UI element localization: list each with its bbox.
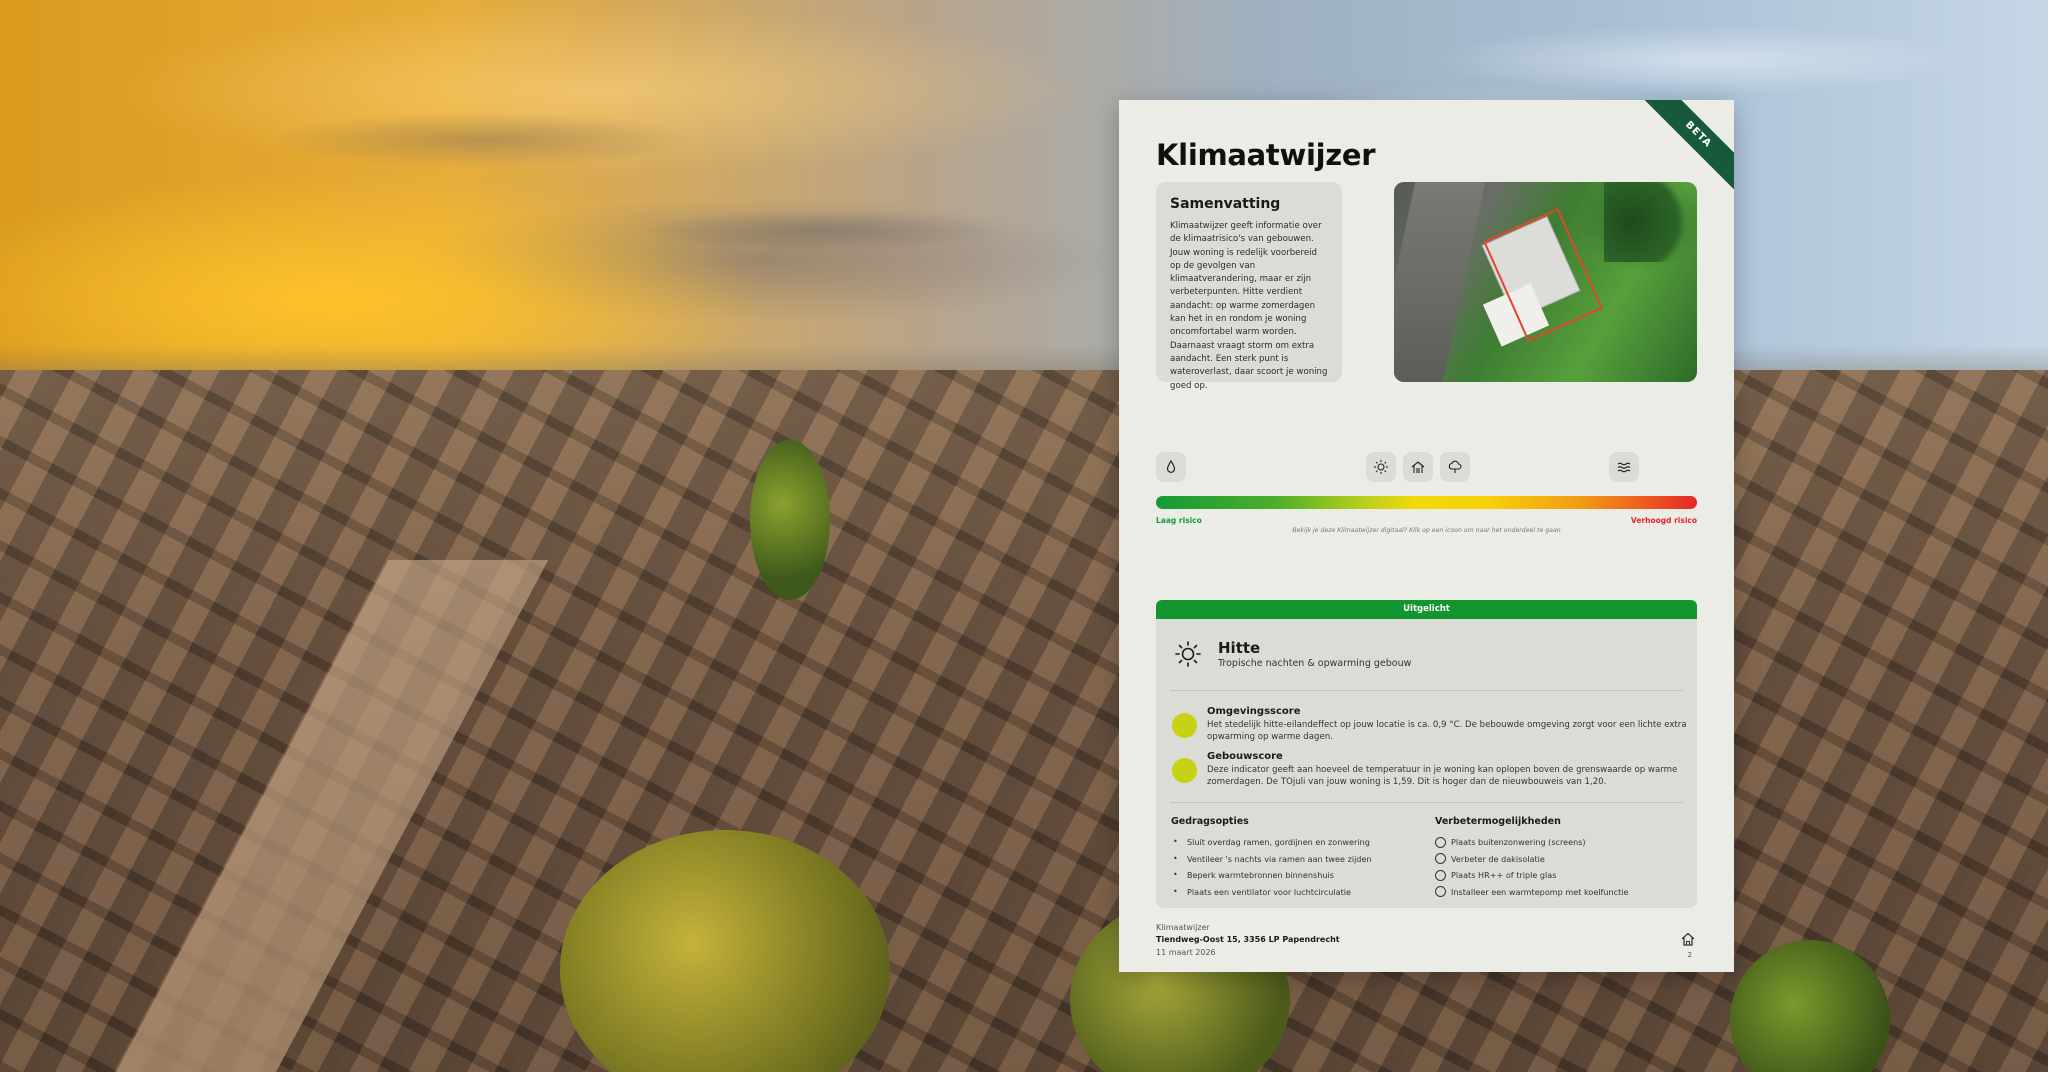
list-item: Ventileer 's nachts via ramen aan twee z… bbox=[1173, 851, 1372, 868]
sun-icon bbox=[1175, 641, 1201, 667]
building-score-text: Deze indicator geeft aan hoeveel de temp… bbox=[1207, 765, 1678, 787]
list-item-label: Verbeter de dakisolatie bbox=[1451, 853, 1545, 864]
checkbox[interactable] bbox=[1435, 853, 1446, 865]
tree bbox=[750, 440, 830, 600]
checkbox[interactable] bbox=[1435, 869, 1446, 881]
summary-text: Klimaatwijzer geeft informatie over de k… bbox=[1170, 221, 1328, 391]
risk-scale-bar bbox=[1156, 496, 1697, 509]
report-title: Klimaatwijzer bbox=[1156, 138, 1376, 172]
list-item[interactable]: Plaats buitenzonwering (screens) bbox=[1435, 834, 1629, 851]
list-item[interactable]: Plaats HR++ of triple glas bbox=[1435, 867, 1629, 884]
aerial-photo bbox=[1394, 182, 1697, 382]
summary-panel: Samenvatting Klimaatwijzer geeft informa… bbox=[1156, 182, 1342, 391]
house-wind-icon[interactable] bbox=[1403, 452, 1433, 482]
spotlight-title: Hitte bbox=[1218, 639, 1261, 657]
clouds bbox=[0, 0, 2048, 320]
waves-icon[interactable] bbox=[1609, 452, 1639, 482]
high-risk-label: Verhoogd risico bbox=[1630, 516, 1697, 525]
home-icon[interactable] bbox=[1680, 931, 1696, 947]
environment-score-text: Het stedelijk hitte-eilandeffect op jouw… bbox=[1207, 720, 1687, 742]
list-item: Plaats een ventilator voor luchtcirculat… bbox=[1173, 884, 1372, 901]
checkbox[interactable] bbox=[1435, 836, 1446, 848]
sun-icon[interactable] bbox=[1366, 452, 1396, 482]
spotlight-subtitle: Tropische nachten & opwarming gebouw bbox=[1218, 658, 1412, 669]
list-item-label: Installeer een warmtepomp met koelfuncti… bbox=[1451, 886, 1629, 897]
aerial-trees bbox=[1604, 182, 1697, 262]
improvements-list: Plaats buitenzonwering (screens) Verbete… bbox=[1435, 834, 1629, 900]
list-item: Beperk warmtebronnen binnenshuis bbox=[1173, 867, 1372, 884]
city-background-photo bbox=[0, 0, 2048, 1072]
list-item: Sluit overdag ramen, gordijnen en zonwer… bbox=[1173, 834, 1372, 851]
checkbox[interactable] bbox=[1435, 886, 1446, 898]
list-item-label: Plaats HR++ of triple glas bbox=[1451, 870, 1557, 880]
spotlight-panel: Hitte Tropische nachten & opwarming gebo… bbox=[1156, 619, 1697, 908]
list-item[interactable]: Installeer een warmtepomp met koelfuncti… bbox=[1435, 884, 1629, 901]
list-item[interactable]: Verbeter de dakisolatie bbox=[1435, 851, 1629, 868]
list-item-label: Plaats buitenzonwering (screens) bbox=[1451, 837, 1586, 847]
divider bbox=[1170, 802, 1683, 803]
drop-icon[interactable] bbox=[1156, 452, 1186, 482]
improvements-title: Verbetermogelijkheden bbox=[1435, 816, 1561, 827]
behavior-options-title: Gedragsopties bbox=[1171, 816, 1249, 827]
divider bbox=[1170, 690, 1683, 691]
page-number: 2 bbox=[1687, 951, 1692, 959]
footer-brand: Klimaatwijzer bbox=[1156, 923, 1210, 932]
aerial-road bbox=[1394, 182, 1486, 382]
low-risk-label: Laag risico bbox=[1156, 516, 1202, 525]
environment-score-title: Omgevingsscore bbox=[1207, 706, 1301, 717]
beta-badge: BETA bbox=[1639, 100, 1734, 194]
digital-hint: Bekijk je deze Klimaatwijzer digitaal? K… bbox=[1292, 527, 1561, 534]
climate-report-page: BETA Klimaatwijzer Samenvatting Klimaatw… bbox=[1119, 100, 1734, 972]
footer-date: 11 maart 2026 bbox=[1156, 948, 1216, 957]
spotlight-header: Uitgelicht bbox=[1156, 600, 1697, 619]
cloud-storm-icon[interactable] bbox=[1440, 452, 1470, 482]
building-score-title: Gebouwscore bbox=[1207, 751, 1283, 762]
summary-heading: Samenvatting bbox=[1170, 196, 1281, 212]
building-score-indicator bbox=[1172, 758, 1197, 783]
environment-score-indicator bbox=[1172, 713, 1197, 738]
footer-address: Tiendweg-Oost 15, 3356 LP Papendrecht bbox=[1156, 935, 1340, 944]
behavior-options-list: Sluit overdag ramen, gordijnen en zonwer… bbox=[1173, 834, 1372, 900]
